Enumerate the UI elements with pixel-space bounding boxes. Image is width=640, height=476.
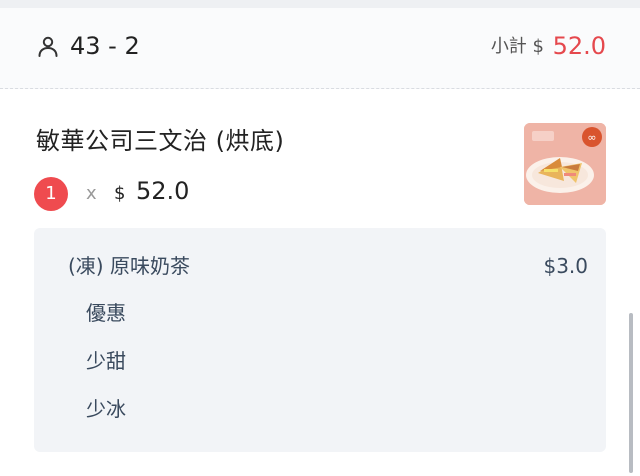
sandwich-thumbnail: ∞	[524, 123, 606, 205]
order-item-card[interactable]: 敏華公司三文治 (烘底) 1 x $ 52.0 ∞ (凍) 原味奶茶 $3.0 …	[0, 89, 640, 476]
item-name: 敏華公司三文治 (烘底)	[36, 127, 285, 155]
subtotal-label: 小計 $	[490, 36, 544, 57]
svg-text:∞: ∞	[587, 131, 596, 144]
person-icon	[38, 36, 58, 57]
subtotal-value: 52.0	[552, 32, 606, 60]
option-modifier: 優惠	[86, 301, 126, 325]
currency-symbol: $	[114, 183, 126, 204]
option-modifier: 少冰	[86, 397, 126, 421]
item-price: 52.0	[136, 177, 190, 205]
option-drink-price: $3.0	[543, 254, 588, 278]
option-drink-name: (凍) 原味奶茶	[68, 254, 190, 278]
quantity-badge: 1	[34, 177, 68, 211]
times-symbol: x	[86, 183, 97, 204]
table-number: 43 - 2	[70, 32, 140, 60]
option-modifier: 少甜	[86, 349, 126, 373]
item-options-box: (凍) 原味奶茶 $3.0 優惠 少甜 少冰	[34, 228, 606, 452]
scrollbar[interactable]	[629, 313, 633, 473]
order-header: 43 - 2 小計 $ 52.0	[0, 8, 640, 88]
top-strip	[0, 0, 640, 8]
sandwich-image-icon: ∞	[524, 123, 606, 205]
